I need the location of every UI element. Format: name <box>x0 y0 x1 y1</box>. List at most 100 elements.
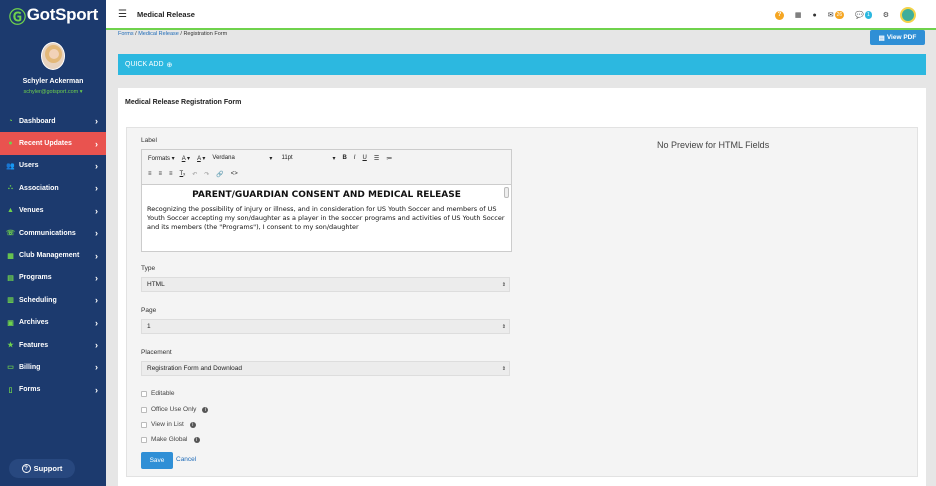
save-button[interactable]: Save <box>141 452 173 469</box>
profile-email[interactable]: schyler@gotsport.com ▾ <box>0 89 106 95</box>
cancel-link[interactable]: Cancel <box>176 456 196 463</box>
select-arrows-icon: ⇕ <box>501 281 506 288</box>
link-icon[interactable]: 🔗 <box>216 171 223 178</box>
chevron-right-icon: › <box>95 384 98 395</box>
font-family-dropdown[interactable]: Verdana <box>212 155 262 161</box>
avatar[interactable] <box>41 42 65 70</box>
underline-icon[interactable]: U <box>362 155 366 161</box>
editor-content[interactable]: PARENT/GUARDIAN CONSENT AND MEDICAL RELE… <box>142 185 511 235</box>
sidebar-item-users[interactable]: 👥 Users › <box>0 155 106 177</box>
numbered-list-icon[interactable]: ≔ <box>386 155 392 162</box>
chat-count-badge: 1 <box>864 11 872 19</box>
page-select[interactable]: 1 ⇕ <box>141 319 510 334</box>
view-pdf-button[interactable]: ▤ View PDF <box>870 30 925 45</box>
plus-circle-icon: ⊕ <box>166 61 173 69</box>
sidebar-item-label: Recent Updates <box>19 140 72 148</box>
sidebar-item-club-management[interactable]: ▦ Club Management › <box>0 244 106 266</box>
info-icon[interactable]: i <box>189 421 196 428</box>
sidebar-item-label: Billing <box>19 363 41 371</box>
checkbox-box[interactable] <box>141 390 147 397</box>
chevron-right-icon: › <box>95 362 98 373</box>
redo-icon[interactable]: ↷ <box>204 171 209 178</box>
sidebar-item-recent-updates[interactable]: ● Recent Updates › <box>0 132 106 155</box>
mail-icon[interactable]: ✉ 26 <box>828 11 845 19</box>
sidebar-item-scheduling[interactable]: ▥ Scheduling › <box>0 289 106 311</box>
sidebar-item-label: Features <box>19 341 49 349</box>
placement-select[interactable]: Registration Form and Download ⇕ <box>141 361 510 376</box>
source-code-icon[interactable]: <> <box>231 171 238 177</box>
font-size-dropdown[interactable]: 11pt <box>281 155 325 161</box>
sidebar-item-label: Venues <box>19 207 44 215</box>
info-icon[interactable]: i <box>193 436 200 443</box>
gotsport-logo[interactable]: Ⓖ GotSport <box>0 0 106 30</box>
sidebar-item-label: Programs <box>19 274 52 282</box>
profile-name: Schyler Ackerman <box>22 78 84 85</box>
support-label: Support <box>33 464 63 473</box>
checkbox-editable[interactable]: Editable <box>141 390 175 397</box>
association-icon: ⛬ <box>8 184 13 192</box>
font-family-chevron-icon[interactable]: ▾ <box>269 155 272 162</box>
sidebar-item-archives[interactable]: ▣ Archives › <box>0 312 106 334</box>
editor-body: Recognizing the possibility of injury or… <box>147 205 505 231</box>
form-panel: Label Formats ▾ A ▾ A ▾ Verdana ▾ 11pt ▾… <box>126 127 918 477</box>
clear-format-icon[interactable]: Tₓ <box>180 171 186 177</box>
sidebar-item-features[interactable]: ★ Features › <box>0 334 106 356</box>
programs-icon: ▤ <box>7 274 14 282</box>
sidebar-item-communications[interactable]: ☏ Communications › <box>0 222 106 244</box>
font-size-chevron-icon[interactable]: ▾ <box>332 155 335 162</box>
user-icon[interactable]: ● <box>813 12 817 19</box>
bold-icon[interactable]: B <box>342 155 346 161</box>
label-field-label: Label <box>141 137 157 144</box>
sidebar-item-forms[interactable]: ▯ Forms › <box>0 379 106 401</box>
editor-scrollbar[interactable] <box>504 187 509 198</box>
select-arrows-icon: ⇕ <box>501 365 506 372</box>
checkbox-make-global[interactable]: Make Global i <box>141 436 200 443</box>
page-select-value: 1 <box>147 323 151 330</box>
checkbox-box[interactable] <box>141 436 147 443</box>
align-left-icon[interactable]: ≡ <box>148 171 152 177</box>
sidebar-item-venues[interactable]: ▲ Venues › <box>0 200 106 222</box>
support-button[interactable]: ? Support <box>9 459 75 478</box>
chat-icon[interactable]: 💬 1 <box>855 11 872 19</box>
align-right-icon[interactable]: ≡ <box>169 171 173 177</box>
venues-icon: ▲ <box>7 207 14 215</box>
quick-add-bar[interactable]: QUICK ADD ⊕ <box>118 54 926 75</box>
bullet-list-icon[interactable]: ☰ <box>374 155 379 162</box>
breadcrumb-medical-release[interactable]: Medical Release <box>138 31 179 37</box>
chevron-right-icon: › <box>95 317 98 328</box>
club-logo-icon[interactable] <box>900 7 916 23</box>
form-title: Medical Release Registration Form <box>125 99 242 106</box>
select-arrows-icon: ⇕ <box>501 323 506 330</box>
billing-icon: ▭ <box>7 364 14 372</box>
rich-text-editor[interactable]: Formats ▾ A ▾ A ▾ Verdana ▾ 11pt ▾ B I U… <box>141 149 512 252</box>
profile: Schyler Ackerman schyler@gotsport.com ▾ <box>0 30 106 106</box>
help-icon[interactable]: ? <box>774 10 784 20</box>
chevron-right-icon: › <box>95 205 98 216</box>
checkbox-label: Office Use Only <box>151 406 197 413</box>
type-label: Type <box>141 265 156 272</box>
align-center-icon[interactable]: ≡ <box>159 171 163 177</box>
sidebar-item-programs[interactable]: ▤ Programs › <box>0 267 106 289</box>
sidebar-item-billing[interactable]: ▭ Billing › <box>0 356 106 378</box>
undo-icon[interactable]: ↶ <box>192 171 197 178</box>
gear-icon[interactable]: ⚙ <box>883 11 889 19</box>
sidebar-item-label: Dashboard <box>19 117 56 125</box>
type-select[interactable]: HTML ⇕ <box>141 277 510 292</box>
checkbox-office-use-only[interactable]: Office Use Only i <box>141 406 209 413</box>
checkbox-view-in-list[interactable]: View in List i <box>141 421 196 428</box>
info-icon[interactable]: i <box>202 406 209 413</box>
checkbox-box[interactable] <box>141 421 147 428</box>
bg-color-icon[interactable]: A ▾ <box>197 155 205 162</box>
breadcrumb-forms[interactable]: Forms <box>118 31 134 37</box>
formats-dropdown[interactable]: Formats ▾ <box>148 155 175 162</box>
hamburger-menu-icon[interactable]: ☰ <box>118 9 127 20</box>
chevron-right-icon: › <box>95 116 98 127</box>
editor-heading: PARENT/GUARDIAN CONSENT AND MEDICAL RELE… <box>192 190 461 200</box>
text-color-icon[interactable]: A ▾ <box>182 155 190 162</box>
italic-icon[interactable]: I <box>354 155 356 161</box>
sidebar-item-association[interactable]: ⛬ Association › <box>0 177 106 199</box>
grid-icon[interactable]: ▦ <box>795 11 802 19</box>
checkbox-box[interactable] <box>141 406 147 413</box>
sidebar-item-dashboard[interactable]: ◔ Dashboard › <box>0 110 106 132</box>
checkbox-label: Editable <box>151 390 175 397</box>
